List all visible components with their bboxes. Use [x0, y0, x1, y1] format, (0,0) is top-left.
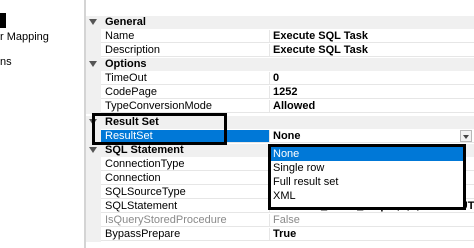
property-row-typeconversionmode[interactable]: TypeConversionMode Allowed: [86, 100, 474, 114]
dropdown-option-xml[interactable]: XML: [271, 189, 463, 203]
property-row-bypassprepare[interactable]: BypassPrepare True: [86, 228, 474, 242]
property-row-description[interactable]: Description Execute SQL Task: [86, 44, 474, 58]
dropdown-arrow-icon[interactable]: [460, 130, 472, 142]
row-gutter: [86, 44, 101, 58]
category-options[interactable]: Options: [86, 58, 474, 72]
row-gutter: [86, 30, 101, 44]
dropdown-option-none[interactable]: None: [271, 147, 463, 161]
row-gutter: [86, 172, 101, 186]
property-row-codepage[interactable]: CodePage 1252: [86, 86, 474, 100]
category-label: General: [101, 16, 474, 29]
property-value[interactable]: Allowed: [269, 100, 474, 113]
left-nav-selected-item[interactable]: [0, 13, 6, 28]
row-gutter: [86, 200, 101, 214]
property-value[interactable]: 0: [269, 72, 474, 85]
property-label: Name: [101, 30, 269, 43]
property-label: TimeOut: [101, 72, 269, 85]
row-gutter: [86, 72, 101, 86]
category-gutter: [86, 144, 101, 158]
collapse-arrow-icon[interactable]: [89, 61, 97, 67]
category-gutter: [86, 58, 101, 72]
property-value[interactable]: True: [269, 228, 474, 241]
property-row-timeout[interactable]: TimeOut 0: [86, 72, 474, 86]
property-label: Description: [101, 44, 269, 57]
property-label: Connection: [101, 172, 269, 185]
row-gutter: [86, 86, 101, 100]
resultset-dropdown-list[interactable]: None Single row Full result set XML: [268, 144, 466, 210]
row-gutter: [86, 186, 101, 200]
property-row-isquerystoredprocedure: IsQueryStoredProcedure False: [86, 214, 474, 228]
property-label: CodePage: [101, 86, 269, 99]
property-value: False: [269, 214, 474, 227]
row-gutter: [86, 214, 101, 228]
category-label: Options: [101, 58, 474, 71]
collapse-arrow-icon[interactable]: [89, 19, 97, 25]
property-value[interactable]: Execute SQL Task: [269, 30, 474, 43]
property-label: BypassPrepare: [101, 228, 269, 241]
left-nav-item-mapping[interactable]: r Mapping: [0, 30, 49, 44]
dropdown-option-single-row[interactable]: Single row: [271, 161, 463, 175]
property-row-name[interactable]: Name Execute SQL Task: [86, 30, 474, 44]
collapse-arrow-icon[interactable]: [89, 147, 97, 153]
row-gutter: [86, 228, 101, 242]
category-general[interactable]: General: [86, 16, 474, 30]
result-set-callout: [92, 113, 227, 145]
property-label: ConnectionType: [101, 158, 269, 171]
row-gutter: [86, 100, 101, 114]
property-value[interactable]: None: [269, 130, 474, 143]
property-value[interactable]: Execute SQL Task: [269, 44, 474, 57]
category-gutter: [86, 16, 101, 30]
property-label: TypeConversionMode: [101, 100, 269, 113]
property-value[interactable]: 1252: [269, 86, 474, 99]
left-nav-panel: r Mapping ns: [0, 0, 84, 248]
property-label: IsQueryStoredProcedure: [101, 214, 269, 227]
row-gutter: [86, 158, 101, 172]
property-label: SQLSourceType: [101, 186, 269, 199]
property-label: SQLStatement: [101, 200, 269, 213]
dropdown-option-full-result-set[interactable]: Full result set: [271, 175, 463, 189]
left-nav-item-expressions[interactable]: ns: [0, 55, 12, 69]
